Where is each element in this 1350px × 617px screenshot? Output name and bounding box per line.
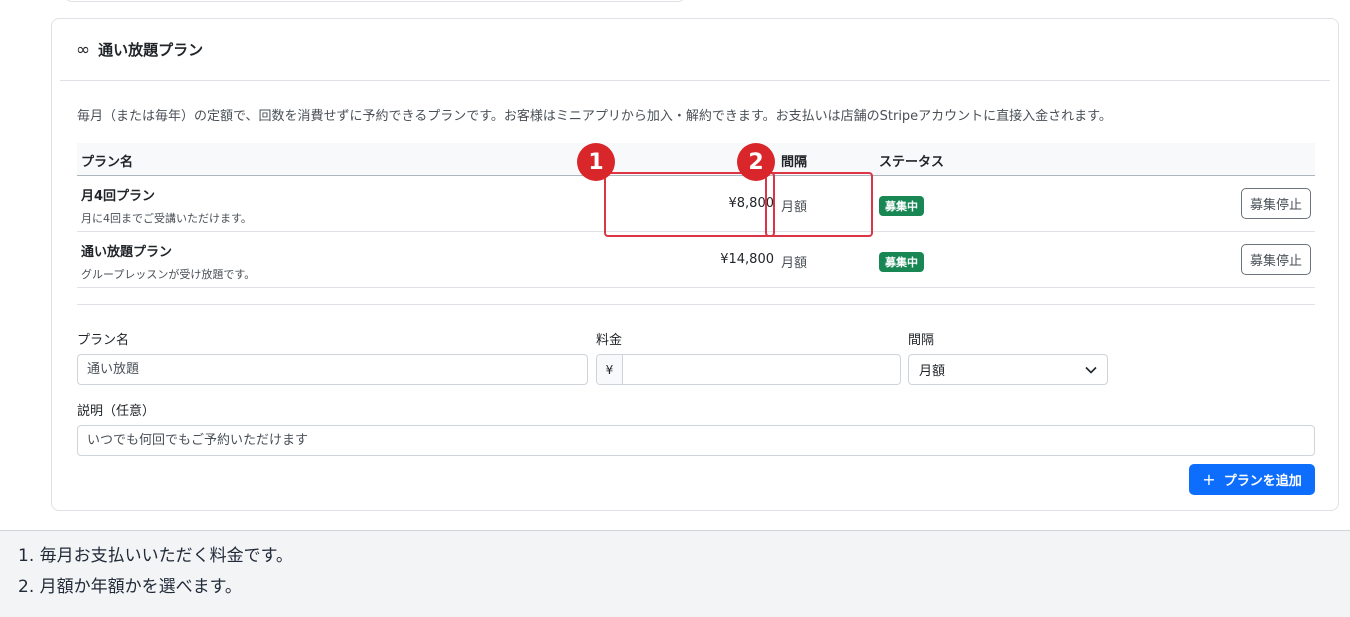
card-description: 毎月（または毎年）の定額で、回数を消費せずに予約できるプランです。お客様はミニア… <box>77 109 1112 124</box>
add-plan-button[interactable]: + プランを追加 <box>1189 464 1315 495</box>
plan-name-label: プラン名 <box>77 333 130 348</box>
status-badge: 募集中 <box>879 252 924 272</box>
plan-name: 月4回プラン <box>81 189 156 204</box>
yen-prefix: ¥ <box>597 355 623 384</box>
stop-recruiting-button[interactable]: 募集停止 <box>1240 244 1311 275</box>
annotation-marker-2: 2 <box>737 143 775 181</box>
description-label: 説明（任意） <box>77 404 156 419</box>
price-label: 料金 <box>596 333 623 348</box>
description-input[interactable] <box>77 425 1315 456</box>
column-header-interval: 間隔 <box>781 155 808 170</box>
subscription-plan-card: ∞ 通い放題プラン 毎月（または毎年）の定額で、回数を消費せずに予約できるプラン… <box>51 18 1339 511</box>
interval-select[interactable]: 月額 <box>908 354 1108 385</box>
plan-description: グループレッスンが受け放題です。 <box>81 268 256 281</box>
plan-price: ¥14,800 <box>720 252 774 267</box>
interval-label: 間隔 <box>908 333 935 348</box>
plan-name: 通い放題プラン <box>81 245 173 260</box>
interval-selected-value: 月額 <box>919 364 946 379</box>
previous-card-edge <box>64 0 686 2</box>
plan-description: 月に4回までご受講いただけます。 <box>81 212 252 225</box>
infinity-icon: ∞ <box>76 39 91 60</box>
plan-interval: 月額 <box>781 256 808 271</box>
section-divider <box>77 304 1315 305</box>
card-header: ∞ 通い放題プラン <box>60 19 1330 81</box>
add-plan-label: プランを追加 <box>1223 474 1302 489</box>
plan-name-input[interactable] <box>77 354 588 385</box>
stop-recruiting-button[interactable]: 募集停止 <box>1240 188 1311 219</box>
annotation-marker-1: 1 <box>577 143 615 181</box>
price-input[interactable] <box>623 355 900 384</box>
table-row: 通い放題プラン グループレッスンが受け放題です。 ¥14,800 月額 募集中 … <box>77 232 1315 288</box>
price-input-group: ¥ <box>596 354 901 385</box>
status-badge: 募集中 <box>879 196 924 216</box>
plus-icon: + <box>1202 470 1216 489</box>
chevron-down-icon <box>1085 366 1097 374</box>
card-title: 通い放題プラン <box>98 41 204 59</box>
interval-highlight-box <box>765 172 873 237</box>
column-header-status: ステータス <box>879 155 945 170</box>
annotation-notes: 1. 毎月お支払いいただく料金です。 2. 月額か年額かを選べます。 <box>0 530 1350 617</box>
note-1: 1. 毎月お支払いいただく料金です。 <box>18 546 293 566</box>
price-highlight-box <box>604 172 775 237</box>
column-header-plan-name: プラン名 <box>81 155 134 170</box>
note-2: 2. 月額か年額かを選べます。 <box>18 577 242 597</box>
